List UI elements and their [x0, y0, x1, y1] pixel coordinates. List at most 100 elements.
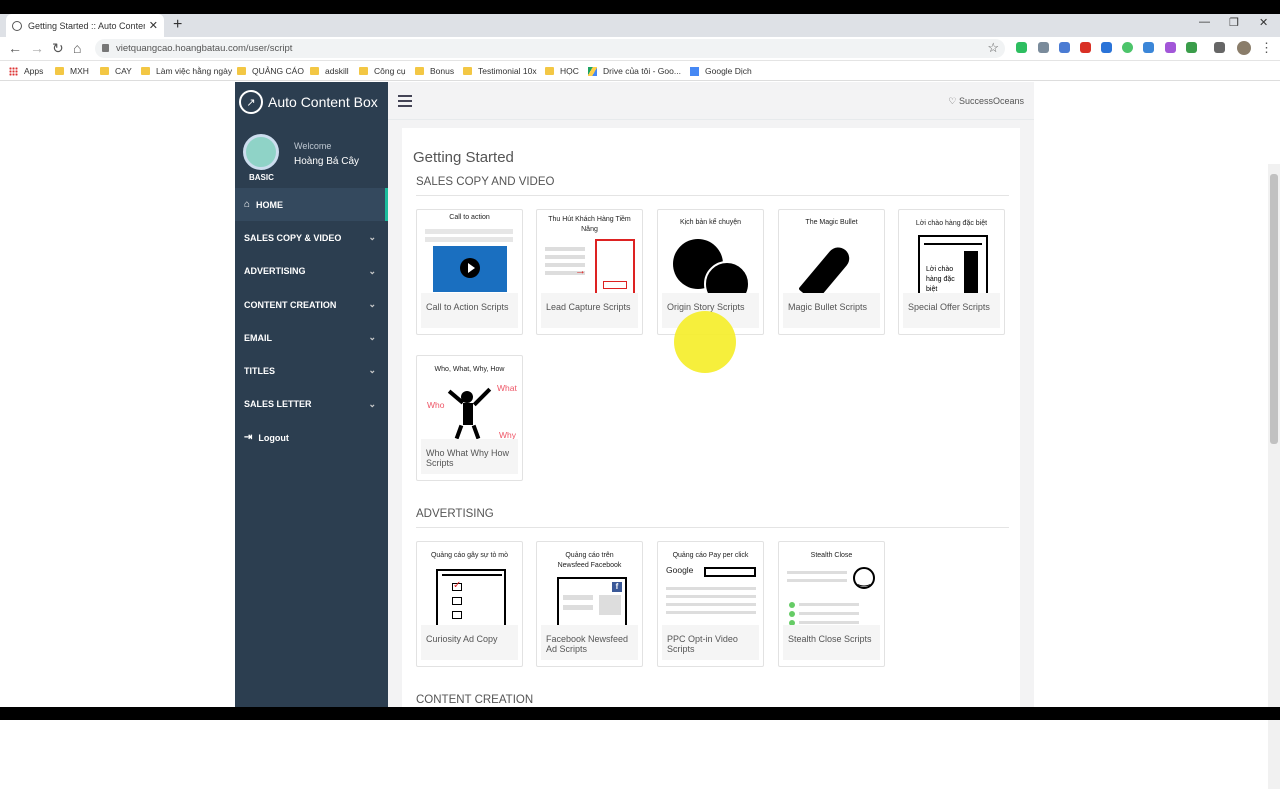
address-bar-row: ← → ↻ ⌂ vietquangcao.hoangbatau.com/user… [0, 37, 1280, 61]
card-call-to-action[interactable]: Call to action Call to Action Scripts [416, 209, 523, 335]
extension-icon[interactable] [1186, 42, 1197, 53]
facebook-post-icon: f [557, 577, 627, 625]
card-label: Special Offer Scripts [903, 293, 1000, 328]
bookmark-folder[interactable]: MXH [55, 66, 89, 76]
card-who-what-why-how[interactable]: Who, What, Why, How Who What Why Who Wha… [416, 355, 523, 481]
extension-icon[interactable] [1059, 42, 1070, 53]
folder-icon [463, 67, 472, 75]
youtube-icon[interactable] [1080, 42, 1091, 53]
url-field[interactable]: vietquangcao.hoangbatau.com/user/script … [95, 39, 1005, 58]
evernote-icon[interactable] [1016, 42, 1027, 53]
video-player-icon [433, 246, 507, 292]
folder-icon [100, 67, 109, 75]
user-name: Hoàng Bá Cây [294, 156, 360, 167]
folder-icon [359, 67, 368, 75]
form-icon [595, 239, 635, 293]
logo-text: Auto Content Box [268, 94, 378, 110]
card-label: PPC Opt-in Video Scripts [662, 625, 759, 660]
folder-icon [415, 67, 424, 75]
page-scrollbar[interactable] [1268, 164, 1280, 789]
folder-icon [141, 67, 150, 75]
browser-tab[interactable]: Getting Started :: Auto Content B ✕ [6, 14, 164, 37]
chevron-down-icon: ⌄ [368, 398, 376, 409]
sidebar-item-titles[interactable]: TITLES ⌄ [235, 354, 388, 387]
bookmark-folder[interactable]: Công cụ [359, 66, 406, 76]
menu-dots-icon[interactable]: ⋮ [1260, 40, 1273, 56]
chevron-down-icon: ⌄ [368, 298, 376, 309]
bookmark-folder[interactable]: CAY [100, 66, 132, 76]
search-box-icon [704, 567, 756, 577]
bookmark-folder[interactable]: HỌC [545, 66, 579, 76]
bookmark-drive[interactable]: Drive của tôi - Goo... [588, 66, 681, 76]
heart-icon: ♡ [948, 96, 957, 106]
home-icon[interactable]: ⌂ [73, 40, 81, 56]
extension-icon[interactable] [1143, 42, 1154, 53]
bookmark-folder[interactable]: Bonus [415, 66, 454, 76]
restore-icon[interactable]: ❐ [1229, 16, 1239, 29]
card-facebook-newsfeed[interactable]: Quảng cáo trên Newsfeed Facebook f Faceb… [536, 541, 643, 667]
bookmark-star-icon[interactable]: ☆ [987, 40, 999, 56]
bookmark-folder[interactable]: adskill [310, 66, 349, 76]
sidebar-item-sales-copy-video[interactable]: SALES COPY & VIDEO ⌄ [235, 221, 388, 254]
checklist-icon: ✓ [436, 569, 506, 625]
card-label: Stealth Close Scripts [783, 625, 880, 660]
smiley-icon: ‿ [853, 567, 875, 589]
folder-icon [55, 67, 64, 75]
bookmark-apps[interactable]: Apps [9, 66, 43, 76]
card-thumbnail: Kịch bản kể chuyện [662, 213, 759, 293]
app-logo[interactable]: ↗ Auto Content Box [239, 90, 378, 114]
url-text: vietquangcao.hoangbatau.com/user/script [116, 43, 293, 54]
extension-icon[interactable] [1122, 42, 1133, 53]
bookmark-folder[interactable]: Testimonial 10x [463, 66, 537, 76]
sidebar-item-home[interactable]: ⌂ HOME [235, 188, 388, 222]
hamburger-menu-icon[interactable] [398, 95, 412, 110]
card-stealth-close[interactable]: Stealth Close ‿ Stealth Close Scripts [778, 541, 885, 667]
page-title: Getting Started [413, 149, 514, 166]
card-ppc-optin[interactable]: Quảng cáo Pay per click Google PPC Opt-i… [657, 541, 764, 667]
lock-icon [102, 44, 109, 52]
sidebar-item-logout[interactable]: ⇥ Logout [235, 421, 388, 454]
close-window-icon[interactable]: ✕ [1259, 16, 1268, 29]
bookmark-folder[interactable]: Làm việc hằng ngày [141, 66, 232, 76]
sidebar: ↗ Auto Content Box BASIC Welcome Hoàng B… [235, 82, 388, 707]
chevron-down-icon: ⌄ [368, 265, 376, 276]
extension-icon[interactable] [1101, 42, 1112, 53]
forward-icon[interactable]: → [30, 40, 44, 56]
reload-icon[interactable]: ↻ [52, 40, 64, 57]
folder-icon [237, 67, 246, 75]
bookmark-folder[interactable]: QUẢNG CÁO [237, 66, 304, 76]
chevron-down-icon: ⌄ [368, 232, 376, 243]
sidebar-item-email[interactable]: EMAIL ⌄ [235, 321, 388, 354]
home-icon: ⌂ [244, 199, 251, 211]
card-lead-capture[interactable]: Thu Hút Khách Hàng Tiềm Năng → Lead Capt… [536, 209, 643, 335]
sidebar-item-sales-letter[interactable]: SALES LETTER ⌄ [235, 388, 388, 421]
card-label: Who What Why How Scripts [421, 439, 518, 474]
profile-avatar[interactable] [1237, 41, 1251, 55]
sidebar-item-advertising[interactable]: ADVERTISING ⌄ [235, 255, 388, 288]
card-special-offer[interactable]: Lời chào hàng đặc biệt Lời chào hàng đặc… [898, 209, 1005, 335]
card-label: Lead Capture Scripts [541, 293, 638, 328]
card-thumbnail: The Magic Bullet [783, 213, 880, 293]
chevron-down-icon: ⌄ [368, 365, 376, 376]
scrollbar-thumb[interactable] [1270, 174, 1278, 444]
pen-icon[interactable] [1165, 42, 1176, 53]
welcome-text: Welcome [294, 141, 332, 151]
bookmark-translate[interactable]: Google Dịch [690, 66, 752, 76]
brand-link[interactable]: ♡ SuccessOceans [948, 96, 1024, 107]
browser-tabstrip: Getting Started :: Auto Content B ✕ + — … [0, 14, 1280, 37]
drive-icon [588, 66, 597, 76]
card-curiosity-ad[interactable]: Quảng cáo gây sự tò mò ✓ Curiosity Ad Co… [416, 541, 523, 667]
card-label: Magic Bullet Scripts [783, 293, 880, 328]
window-bottom-edge [0, 707, 1280, 720]
close-tab-icon[interactable]: ✕ [149, 19, 158, 32]
minimize-icon[interactable]: — [1199, 16, 1210, 28]
back-icon[interactable]: ← [8, 40, 22, 56]
card-magic-bullet[interactable]: The Magic Bullet Magic Bullet Scripts [778, 209, 885, 335]
media-icon[interactable] [1214, 42, 1225, 53]
membership-level: BASIC [249, 173, 274, 182]
card-thumbnail: Call to action [421, 213, 518, 293]
extension-icon[interactable] [1038, 42, 1049, 53]
sidebar-item-content-creation[interactable]: CONTENT CREATION ⌄ [235, 288, 388, 321]
new-tab-icon[interactable]: + [173, 16, 182, 34]
offer-document-icon: Lời chào hàng đặc biệt [918, 235, 988, 293]
